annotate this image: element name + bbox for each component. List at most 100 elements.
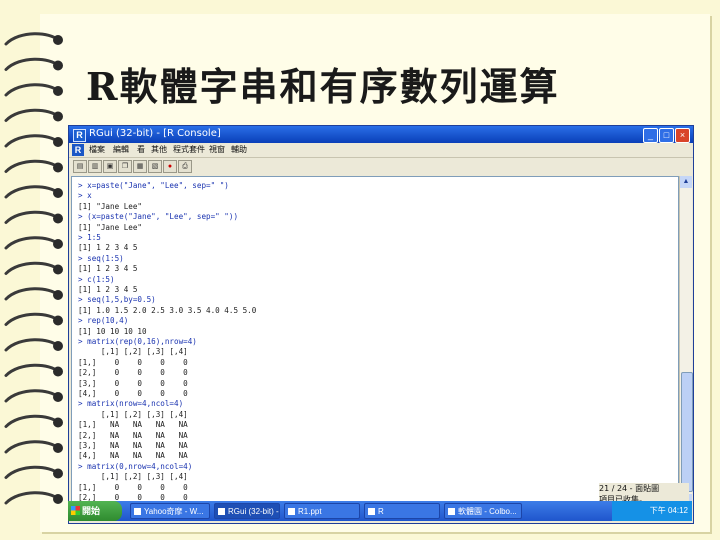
spiral-ring xyxy=(4,338,63,352)
task-rgui[interactable]: RGui (32-bit) - [... xyxy=(214,503,280,519)
console-output-line: [1] "Jane Lee" xyxy=(78,201,143,211)
menu-file[interactable]: 檔案 xyxy=(89,144,105,155)
spiral-ring xyxy=(4,159,63,173)
console-command-line: > (x=paste("Jane", "Lee", sep=" ")) xyxy=(78,212,239,222)
slide-title: R軟體字串和有序數列運算 xyxy=(86,64,560,109)
console-command-line: > x=paste("Jane", "Lee", sep=" ") xyxy=(78,181,229,190)
console-output-line: [1] 1 2 3 4 5 xyxy=(78,285,138,294)
console-command-line: > rep(10,4) xyxy=(78,316,129,326)
paste-icon[interactable]: ▦ xyxy=(133,160,147,173)
start-label: 開始 xyxy=(82,506,101,516)
r-icon xyxy=(218,508,225,516)
task-label: 軟體園 - Colbo... xyxy=(458,507,517,516)
clipboard-notice-line1: 21 / 24 - 面貼圖 xyxy=(599,484,660,493)
taskbar: 開始 Yahoo奇摩 - W... RGui (32-bit) - [... R… xyxy=(68,501,692,521)
spiral-ring xyxy=(4,83,63,97)
console-output-line: [1] 1 2 3 4 5 xyxy=(78,264,138,274)
task-label: R xyxy=(378,507,384,516)
window-title-bar[interactable]: R RGui (32-bit) - [R Console] _ □ × xyxy=(69,126,693,143)
spiral-ring xyxy=(4,261,63,275)
console-output-line: [,1] [,2] [,3] [,4] xyxy=(78,347,188,357)
console-output-line: [,1] [,2] [,3] [,4] xyxy=(78,472,188,482)
console-output-line: [1] "Jane Lee" xyxy=(78,222,143,232)
task-label: Yahoo奇摩 - W... xyxy=(144,507,204,516)
console-output-line: [2,] 0 0 0 0 xyxy=(78,368,188,378)
console-command-line: > x xyxy=(78,191,92,201)
scroll-thumb[interactable] xyxy=(681,372,693,492)
spiral-ring xyxy=(4,108,63,122)
console-output-line: [1] 1.0 1.5 2.0 2.5 3.0 3.5 4.0 4.5 5.0 xyxy=(78,305,257,315)
console-output-line: [1,] 0 0 0 0 xyxy=(78,482,188,492)
spiral-ring xyxy=(4,465,63,479)
copy-icon[interactable]: ❐ xyxy=(118,160,132,173)
console-command-line: > matrix(0,nrow=4,ncol=4) xyxy=(78,461,193,471)
toolbar: ▤ ▥ ▣ ❐ ▦ ▧ ● ⎙ xyxy=(69,158,693,174)
menu-windows[interactable]: 視窗 xyxy=(209,144,225,155)
console-output-line: [3,] 0 0 0 0 xyxy=(78,378,188,388)
window-title: RGui (32-bit) - [R Console] xyxy=(89,128,221,139)
spiral-ring xyxy=(4,210,63,224)
copy-paste-icon[interactable]: ▧ xyxy=(148,160,162,173)
console-output-line: [4,] NA NA NA NA xyxy=(78,451,188,461)
spiral-ring xyxy=(4,57,63,71)
minimize-button[interactable]: _ xyxy=(643,128,658,143)
console-output-line: [3,] NA NA NA NA xyxy=(78,441,188,450)
browser-icon xyxy=(134,508,141,516)
spiral-ring xyxy=(4,32,63,46)
task-label: RGui (32-bit) - [... xyxy=(228,507,279,516)
console-output[interactable]: > x=paste("Jane", "Lee", sep=" ") > x [1] … xyxy=(71,176,679,508)
r-console-icon: R xyxy=(72,144,84,156)
console-output-line: [1,] 0 0 0 0 xyxy=(78,357,188,367)
menu-packages[interactable]: 程式套件 xyxy=(173,144,205,155)
task-ppt[interactable]: R1.ppt xyxy=(284,503,360,519)
r-app-icon: R xyxy=(73,129,86,142)
console-command-line: > seq(1,5,by=0.5) xyxy=(78,295,156,305)
menu-view[interactable]: 看 xyxy=(137,144,145,155)
save-icon[interactable]: ▣ xyxy=(103,160,117,173)
folder-icon xyxy=(368,508,375,516)
spiral-ring xyxy=(4,414,63,428)
stop-icon[interactable]: ● xyxy=(163,160,177,173)
start-button[interactable]: 開始 xyxy=(68,501,122,521)
load-workspace-icon[interactable]: ▥ xyxy=(88,160,102,173)
console-output-line: [1] 1 2 3 4 5 xyxy=(78,243,138,253)
scroll-up-icon[interactable]: ▲ xyxy=(680,176,692,188)
rgui-window[interactable]: R RGui (32-bit) - [R Console] _ □ × R 檔案… xyxy=(68,125,694,524)
task-label: R1.ppt xyxy=(298,507,322,516)
console-output-line: [,1] [,2] [,3] [,4] xyxy=(78,409,188,419)
spiral-ring xyxy=(4,312,63,326)
console-command-line: > matrix(rep(0,16),nrow=4) xyxy=(78,337,197,346)
system-tray: 下午 04:12 xyxy=(612,501,692,521)
maximize-button[interactable]: □ xyxy=(659,128,674,143)
console-command-line: > matrix(nrow=4,ncol=4) xyxy=(78,399,184,409)
open-script-icon[interactable]: ▤ xyxy=(73,160,87,173)
menu-misc[interactable]: 其他 xyxy=(151,144,167,155)
console-output-line: [1,] NA NA NA NA xyxy=(78,420,188,430)
spiral-ring xyxy=(4,185,63,199)
task-software[interactable]: 軟體園 - Colbo... xyxy=(444,503,522,519)
console-command-line: > 1:5 xyxy=(78,233,101,242)
spiral-ring xyxy=(4,491,63,505)
spiral-binding xyxy=(4,32,63,505)
windows-flag-icon xyxy=(71,506,80,515)
spiral-ring xyxy=(4,389,63,403)
console-output-line: [2,] NA NA NA NA xyxy=(78,430,188,440)
clock: 下午 04:12 xyxy=(649,506,688,515)
powerpoint-icon xyxy=(288,508,295,516)
console-output-line: [4,] 0 0 0 0 xyxy=(78,389,188,398)
console-command-line: > seq(1:5) xyxy=(78,253,124,263)
vertical-scrollbar[interactable]: ▲ ▼ xyxy=(679,176,693,506)
task-r-folder[interactable]: R xyxy=(364,503,440,519)
menu-help[interactable]: 輔助 xyxy=(231,144,247,155)
close-button[interactable]: × xyxy=(675,128,690,143)
spiral-ring xyxy=(4,236,63,250)
browser-icon xyxy=(448,508,455,516)
console-output-line: [1] 10 10 10 10 xyxy=(78,326,147,336)
spiral-ring xyxy=(4,287,63,301)
slide-background: R軟體字串和有序數列運算 R RGui (32-bit) - [R Consol… xyxy=(0,0,720,540)
spiral-ring xyxy=(4,363,63,377)
task-yahoo[interactable]: Yahoo奇摩 - W... xyxy=(130,503,210,519)
menu-edit[interactable]: 編輯 xyxy=(113,144,129,155)
spiral-ring xyxy=(4,134,63,148)
print-icon[interactable]: ⎙ xyxy=(178,160,192,173)
